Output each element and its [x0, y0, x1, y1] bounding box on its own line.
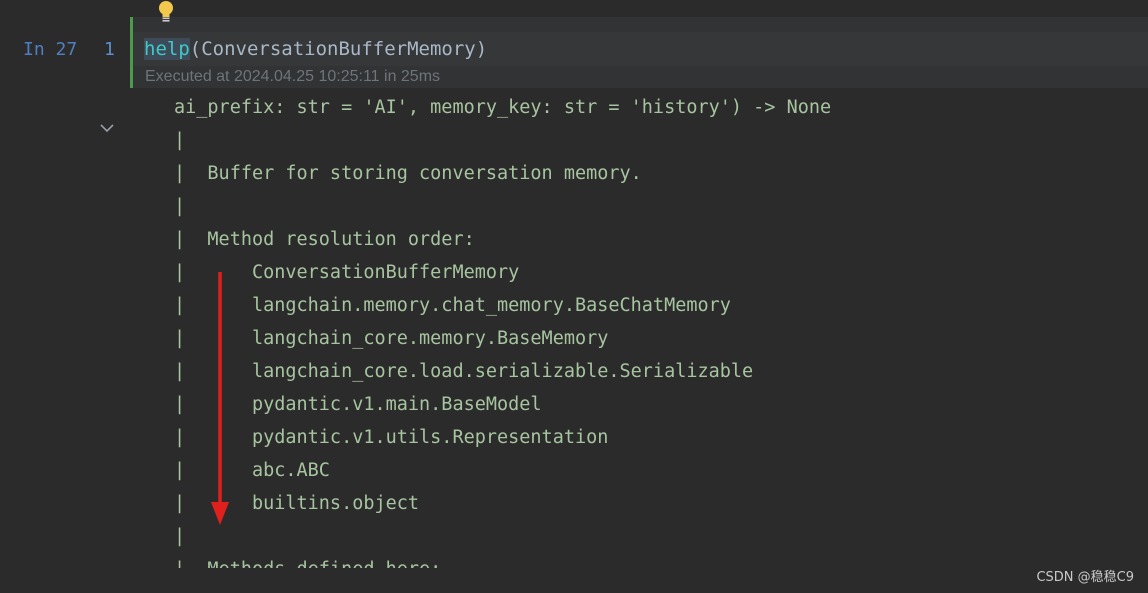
output-line: | langchain_core.load.serializable.Seria…: [174, 361, 754, 382]
line-number: 1: [104, 39, 115, 60]
cell-output: ai_prefix: str = 'AI', memory_key: str =…: [0, 88, 1148, 568]
output-line: | langchain.memory.chat_memory.BaseChatM…: [174, 295, 731, 316]
lightbulb-icon[interactable]: [156, 0, 176, 24]
output-line: | abc.ABC: [174, 460, 330, 481]
watermark: CSDN @稳稳C9: [1036, 570, 1134, 585]
output-line: ai_prefix: str = 'AI', memory_key: str =…: [174, 97, 832, 118]
execution-status-text: Executed at 2024.04.25 10:25:11 in 25ms: [145, 68, 441, 85]
output-line: | Methods defined here:: [174, 558, 441, 568]
red-down-arrow-annotation: [211, 272, 229, 525]
code-arguments: (ConversationBufferMemory): [189, 38, 488, 60]
output-line: | Buffer for storing conversation memory…: [174, 163, 642, 184]
output-line: | langchain_core.memory.BaseMemory: [174, 328, 609, 349]
cell-prompt-label: In 27: [23, 39, 78, 60]
output-line: |: [174, 130, 186, 151]
notebook-editor: In 27 1 help(ConversationBufferMemory) E…: [0, 0, 1148, 593]
code-input[interactable]: help(ConversationBufferMemory): [144, 38, 487, 60]
cell-toolbar-strip: [133, 17, 1148, 32]
output-line: |: [174, 526, 186, 547]
code-function-name: help: [144, 38, 190, 60]
output-line: | pydantic.v1.utils.Representation: [174, 427, 609, 448]
output-line: |: [174, 196, 186, 217]
output-line: | Method resolution order:: [174, 229, 475, 250]
